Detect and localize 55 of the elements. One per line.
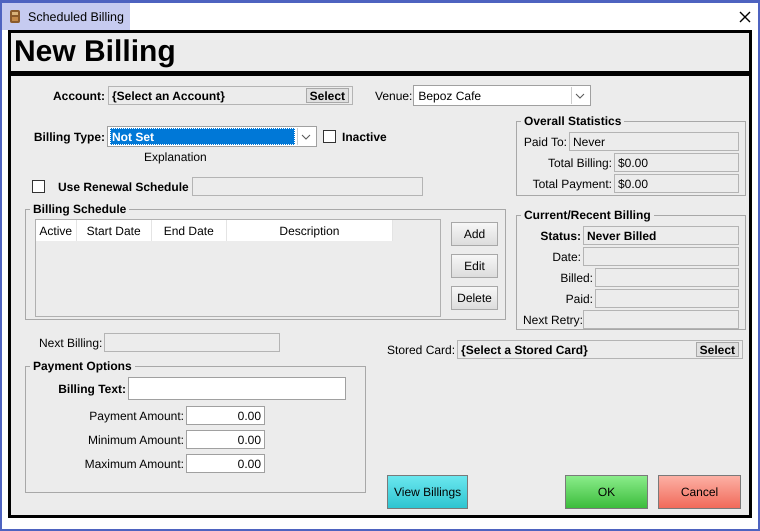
ok-button[interactable]: OK [565,475,648,509]
explanation-text: Explanation [144,150,207,164]
column-header[interactable]: Active [36,220,77,241]
select-button[interactable]: Select [696,342,739,357]
field-label: Date: [551,250,581,264]
field-label: Next Retry: [523,312,581,326]
field-label: Account: [52,88,105,102]
group-title: Payment Options [33,359,132,373]
table-action-button[interactable]: Delete [451,286,498,310]
field-label: Venue: [375,88,412,102]
group-title: Billing Schedule [33,202,126,216]
group-title: Overall Statistics [524,114,622,128]
field-label: Paid: [564,292,593,306]
field-label: Maximum Amount: [84,456,184,470]
app-icon [8,9,22,24]
amount-field[interactable]: 0.00 [186,454,265,473]
column-header[interactable]: Start Date [76,220,152,241]
stored-card-field[interactable]: {Select a Stored Card} Select [457,340,743,359]
account-field[interactable]: {Select an Account} Select [108,86,353,105]
billing-text-field[interactable] [128,377,346,400]
field-label: Stored Card: [387,342,456,356]
table-action-button[interactable]: Edit [451,254,498,278]
checkbox[interactable] [32,180,45,193]
readonly-field: $0.00 [614,153,739,172]
readonly-field: $0.00 [614,174,739,193]
venue-dropdown[interactable]: Bepoz Cafe [413,85,592,106]
select-button[interactable]: Select [306,88,349,103]
readonly-field: Never [569,132,739,151]
checkbox-label: Use Renewal Schedule [58,180,190,194]
checkbox[interactable] [323,130,336,143]
field-label: Total Billing: [546,156,612,170]
cancel-button[interactable]: Cancel [658,475,741,509]
readonly-field: Never Billed [583,226,739,245]
field-label: Paid To: [523,134,567,148]
field-label: Billing Text: [57,382,126,396]
group-title: Current/Recent Billing [524,208,651,222]
amount-field[interactable]: 0.00 [186,430,265,449]
billing-type-dropdown[interactable]: Not Set [107,126,317,147]
field-label: Next Billing: [39,336,102,350]
view-billings-button[interactable]: View Billings [387,475,468,509]
window-tab[interactable]: Scheduled Billing [2,3,130,30]
column-header[interactable]: End Date [152,220,227,241]
field-label: Billing Type: [32,130,105,144]
field-label: Billed: [559,270,593,284]
field-label: Payment Amount: [88,408,184,422]
close-icon[interactable] [739,10,751,22]
field-label: Total Payment: [532,176,612,190]
field-label: Status: [539,228,581,242]
page-title: New Billing [14,35,176,69]
amount-field[interactable]: 0.00 [186,406,265,425]
table-action-button[interactable]: Add [451,222,498,246]
field-label: Minimum Amount: [86,432,184,446]
checkbox-label: Inactive [342,130,387,144]
renewal-field[interactable] [192,177,423,196]
column-header[interactable]: Description [226,220,393,241]
